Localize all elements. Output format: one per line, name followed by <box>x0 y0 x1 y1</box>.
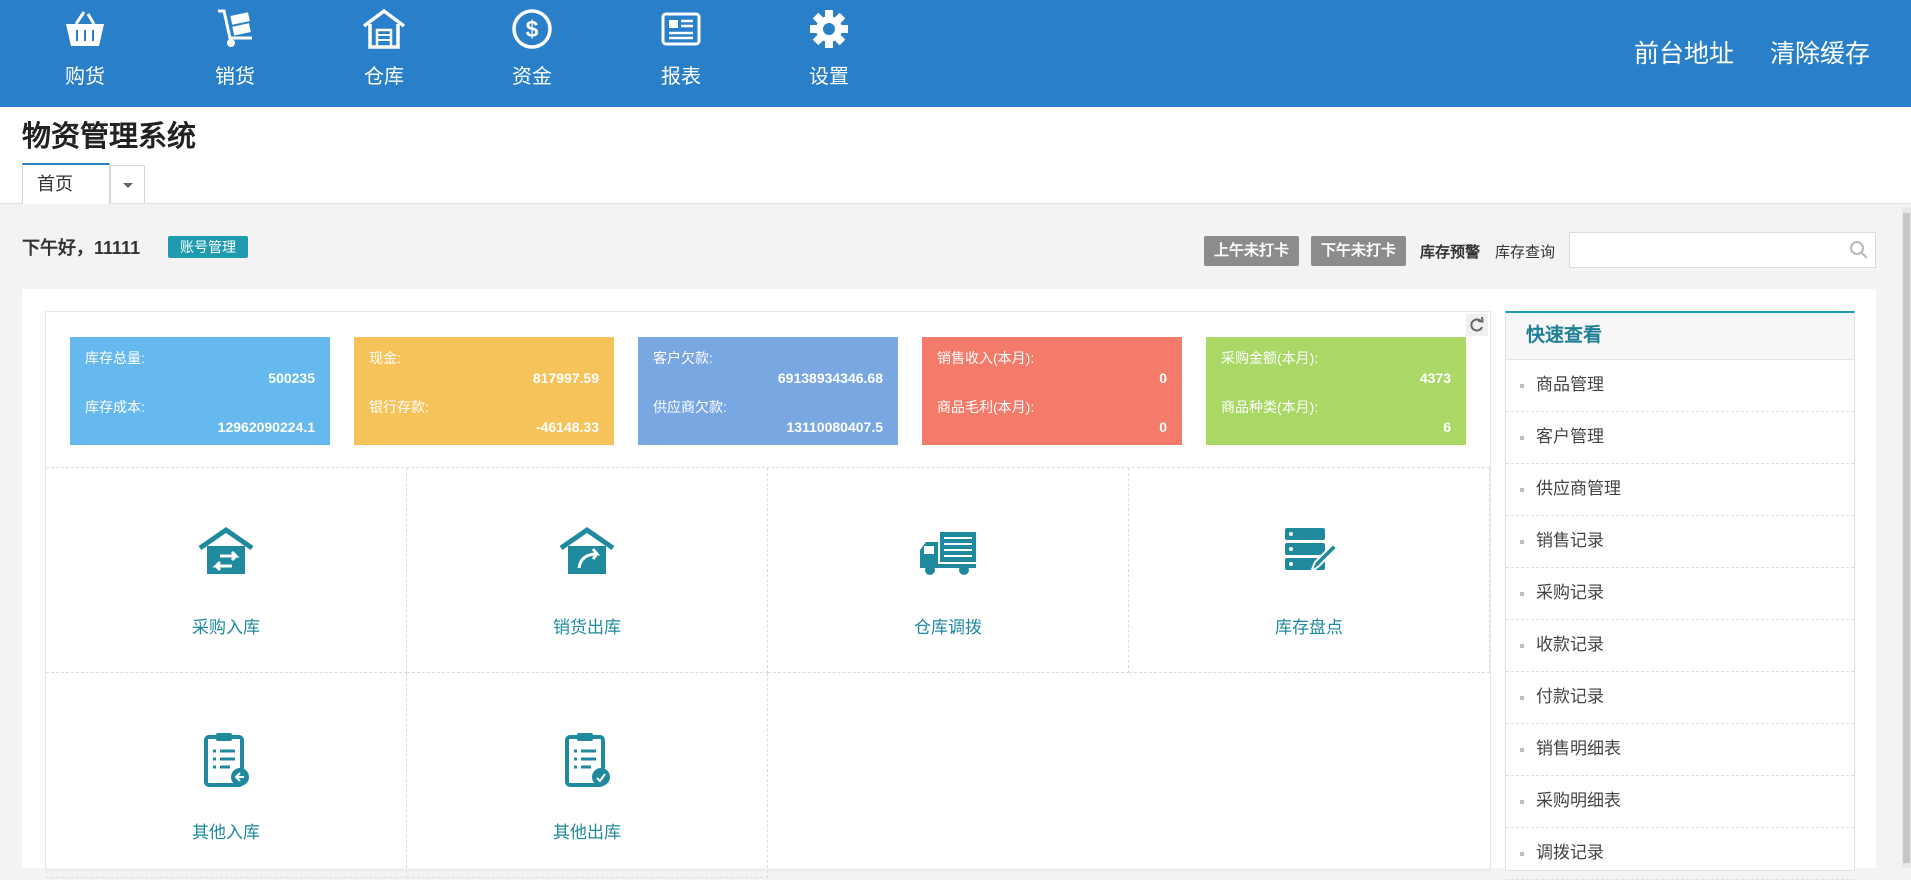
page-title: 物资管理系统 <box>22 121 197 153</box>
nav-warehouse-label: 仓库 <box>364 66 404 88</box>
tile-warehouse-transfer[interactable]: 仓库调拨 <box>768 468 1129 673</box>
tile-label: 仓库调拨 <box>914 618 982 637</box>
stat-value: 6 <box>1443 419 1451 435</box>
stat-label: 销售收入(本月): <box>937 350 1035 366</box>
nav-settings-label: 设置 <box>809 66 849 88</box>
account-manage-button[interactable]: 账号管理 <box>168 236 248 258</box>
side-item-payment-records[interactable]: 付款记录 <box>1506 672 1854 724</box>
tile-other-out[interactable]: 其他出库 <box>407 673 768 878</box>
dashboard-content: 库存总量: 500235 库存成本: 12962090224.1 现金: 817… <box>45 311 1491 878</box>
pm-clock-in-button[interactable]: 下午未打卡 <box>1311 236 1406 266</box>
nav-reports[interactable]: 报表 <box>631 8 731 98</box>
stat-card-sales: 销售收入(本月): 0 商品毛利(本月): 0 <box>922 337 1182 445</box>
stat-value: 500235 <box>268 370 315 386</box>
stat-label: 现金: <box>369 350 401 366</box>
tile-sales-out[interactable]: 销货出库 <box>407 468 768 673</box>
search-icon[interactable] <box>1849 240 1869 260</box>
scrollbar-thumb[interactable] <box>1903 213 1910 863</box>
clipboard-in-icon <box>204 733 249 787</box>
stat-value: 817997.59 <box>532 370 599 386</box>
nav-warehouse[interactable]: 仓库 <box>334 8 434 98</box>
quick-action-grid: 采购入库 销货出库 仓库调拨 库存盘点 其他入库 其他出库 <box>46 467 1490 878</box>
nav-reports-label: 报表 <box>661 66 701 88</box>
tile-label: 其他入库 <box>192 823 260 842</box>
side-item-product-management[interactable]: 商品管理 <box>1506 360 1854 412</box>
tile-label: 销货出库 <box>553 618 621 637</box>
nav-sales-label: 销货 <box>215 66 255 88</box>
clipboard-out-icon <box>565 733 610 787</box>
am-clock-in-button[interactable]: 上午未打卡 <box>1204 236 1299 266</box>
tile-stocktake[interactable]: 库存盘点 <box>1129 468 1490 673</box>
stat-label: 库存成本: <box>85 399 145 415</box>
purchase-in-icon <box>198 526 254 574</box>
stat-value: 4373 <box>1419 370 1451 386</box>
side-item-customer-management[interactable]: 客户管理 <box>1506 412 1854 464</box>
side-item-transfer-records[interactable]: 调拨记录 <box>1506 828 1854 880</box>
tile-purchase-in[interactable]: 采购入库 <box>46 468 407 673</box>
tile-other-in[interactable]: 其他入库 <box>46 673 407 878</box>
tab-dropdown-button[interactable] <box>110 165 145 203</box>
dollar-icon: $ <box>512 9 552 49</box>
greeting-text: 下午好，11111 <box>22 238 141 258</box>
truck-icon <box>920 532 976 575</box>
tab-home[interactable]: 首页 <box>22 163 110 204</box>
inventory-icon <box>1285 528 1339 575</box>
warehouse-icon <box>362 8 406 49</box>
sales-out-icon <box>559 526 615 574</box>
tile-label: 采购入库 <box>192 618 260 637</box>
side-item-supplier-management[interactable]: 供应商管理 <box>1506 464 1854 516</box>
stat-card-debts: 客户欠款: 69138934346.68 供应商欠款: 13110080407.… <box>638 337 898 445</box>
stat-value: 69138934346.68 <box>777 370 883 386</box>
stock-search-input[interactable] <box>1576 233 1850 267</box>
tile-label: 其他出库 <box>553 823 621 842</box>
stat-card-purchase: 采购金额(本月): 4373 商品种类(本月): 6 <box>1206 337 1466 445</box>
stat-value: -46148.33 <box>535 419 599 435</box>
main-panel: 库存总量: 500235 库存成本: 12962090224.1 现金: 817… <box>22 289 1876 880</box>
stat-label: 库存总量: <box>85 350 145 366</box>
quick-view-title: 快速查看 <box>1506 313 1854 360</box>
report-icon <box>661 12 701 46</box>
header-area: 物资管理系统 首页 <box>0 107 1911 204</box>
basket-icon <box>66 11 104 46</box>
nav-funds[interactable]: $ 资金 <box>482 8 582 98</box>
svg-text:$: $ <box>526 16 539 42</box>
nav-funds-label: 资金 <box>512 66 552 88</box>
nav-purchase-label: 购货 <box>65 66 105 88</box>
page-scrollbar[interactable] <box>1902 207 1911 868</box>
clear-cache-link[interactable]: 清除缓存 <box>1770 34 1870 70</box>
side-item-purchase-detail[interactable]: 采购明细表 <box>1506 776 1854 828</box>
stat-value: 12962090224.1 <box>217 419 315 435</box>
stat-label: 客户欠款: <box>653 350 713 366</box>
stat-label: 银行存款: <box>369 399 429 415</box>
stock-query-label: 库存查询 <box>1495 244 1556 261</box>
top-nav-bar: 购货 销货 仓库 $ 资金 报表 设置 前台地址 清除缓存 <box>0 0 1911 107</box>
front-address-link[interactable]: 前台地址 <box>1634 34 1734 70</box>
hand-truck-icon <box>218 9 252 47</box>
nav-purchase[interactable]: 购货 <box>35 8 135 98</box>
stock-search-box <box>1569 232 1876 268</box>
stat-label: 供应商欠款: <box>653 399 727 415</box>
stat-card-inventory: 库存总量: 500235 库存成本: 12962090224.1 <box>70 337 330 445</box>
stat-label: 商品种类(本月): <box>1221 399 1319 415</box>
stock-warning-link[interactable]: 库存预警 <box>1420 241 1480 262</box>
nav-settings[interactable]: 设置 <box>779 8 879 98</box>
side-item-sales-records[interactable]: 销售记录 <box>1506 516 1854 568</box>
nav-sales[interactable]: 销货 <box>185 8 285 98</box>
stat-label: 商品毛利(本月): <box>937 399 1035 415</box>
side-item-receipt-records[interactable]: 收款记录 <box>1506 620 1854 672</box>
side-item-purchase-records[interactable]: 采购记录 <box>1506 568 1854 620</box>
stat-value: 0 <box>1159 419 1167 435</box>
gear-icon <box>810 10 848 48</box>
quick-view-panel: 快速查看 商品管理 客户管理 供应商管理 销售记录 采购记录 收款记录 付款记录… <box>1505 311 1855 880</box>
tile-label: 库存盘点 <box>1275 618 1343 637</box>
refresh-icon[interactable] <box>1466 314 1488 336</box>
stat-label: 采购金额(本月): <box>1221 350 1319 366</box>
stat-card-cash: 现金: 817997.59 银行存款: -46148.33 <box>354 337 614 445</box>
stat-value: 13110080407.5 <box>786 419 883 435</box>
stat-value: 0 <box>1159 370 1167 386</box>
side-item-sales-detail[interactable]: 销售明细表 <box>1506 724 1854 776</box>
